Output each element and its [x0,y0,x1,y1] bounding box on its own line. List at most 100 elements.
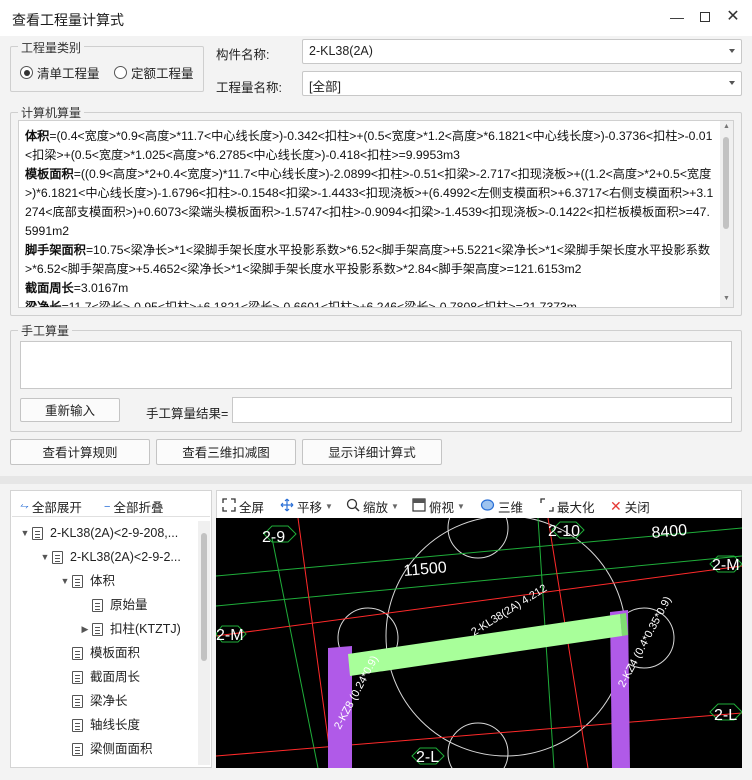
grid-line [216,712,742,757]
calc-line-name: 模板面积 [25,167,74,181]
computer-calc-group-label: 计算机算量 [18,104,85,121]
radio-selected-icon [20,66,33,79]
tree-item-label: 原始量 [110,598,148,612]
viewport-canvas[interactable]: 2-9 2-10 2-M 2-M 2-L 2-L 11500 8400 2-KL… [216,518,742,768]
expand-all-button[interactable]: ⥊ 全部展开 [20,497,82,516]
radio-label: 清单工程量 [37,67,100,81]
manual-formula-input[interactable] [20,341,732,389]
expand-all-icon: ⥊ [20,500,29,512]
calc-scrollbar[interactable]: ▲ ▼ [720,121,733,307]
calc-line-expr: =11.7<梁长>-0.95<扣柱>+6.1821<梁长>-0.6601<扣柱>… [61,300,577,308]
window-title: 查看工程量计算式 [12,12,124,28]
calc-line: 脚手架面积=10.75<梁净长>*1<梁脚手架长度水平投影系数>*6.52<脚手… [25,241,715,279]
axis-label: 2-M [216,627,244,644]
tree-item-label: 截面周长 [90,670,141,684]
fullscreen-icon [222,498,236,515]
tree-item[interactable]: 截面周长 [18,665,198,689]
maximize-window-icon[interactable] [694,6,716,28]
calc-line-name: 体积 [25,129,50,143]
maximize-button[interactable]: 最大化 [540,497,595,516]
view-3d-deduction-button[interactable]: 查看三维扣减图 [156,439,296,465]
document-icon [72,670,83,684]
radio-bill-quantity[interactable]: 清单工程量 [20,63,100,82]
scroll-down-icon[interactable]: ▼ [723,295,730,302]
maximize-label: 最大化 [557,501,595,515]
scroll-up-icon[interactable]: ▲ [723,123,730,130]
calc-line: 梁净长=11.7<梁长>-0.95<扣柱>+6.1821<梁长>-0.6601<… [25,298,715,308]
tree-item-label: 梁净长 [90,694,128,708]
caret-down-icon[interactable]: ▼ [38,545,52,569]
tree-item[interactable]: 梁净长 [18,689,198,713]
fullscreen-button[interactable]: 全屏 [222,497,264,516]
dimension-8400: 8400 [651,522,688,542]
zoom-button[interactable]: 缩放 ▼ [346,497,399,516]
minimize-icon[interactable]: — [666,6,688,28]
calc-lines: 体积=(0.4<宽度>*0.9<高度>*11.7<中心线长度>)-0.342<扣… [25,127,715,308]
tree-item[interactable]: 轴线长度 [18,713,198,737]
chevron-down-icon[interactable]: ▼ [391,502,399,511]
tree-item[interactable]: 梁侧面面积 [18,737,198,761]
three-d-label: 三维 [498,501,524,515]
document-icon [72,646,83,660]
tree-item[interactable]: 原始量 [18,593,198,617]
component-name-label: 构件名称: [216,48,270,62]
calc-line: 模板面积=((0.9<高度>*2+0.4<宽度>)*11.7<中心线长度>)-2… [25,165,715,241]
chevron-down-icon [729,49,735,53]
tree-item-label: 扣柱(KTZTJ) [110,622,181,636]
top-view-button[interactable]: 俯视 ▼ [412,497,465,516]
document-icon [92,622,103,636]
caret-down-icon[interactable]: ▼ [18,521,32,545]
axis-label: 2-10 [548,523,580,540]
document-icon [72,718,83,732]
collapse-all-label: 全部折叠 [113,501,164,515]
collapse-all-button[interactable]: − 全部折叠 [104,497,163,516]
radio-quota-quantity[interactable]: 定额工程量 [114,63,194,82]
tree-scrollbar[interactable] [198,521,210,765]
three-d-button[interactable]: 三维 [480,497,523,516]
document-icon [92,598,103,612]
top-view-label: 俯视 [429,501,455,515]
manual-result-value [233,398,731,406]
tree-item-label: 模板面积 [90,646,141,660]
grid-line [297,518,333,768]
chevron-down-icon[interactable]: ▼ [325,502,333,511]
component-name-select[interactable]: 2-KL38(2A) [302,39,742,64]
tree-divider [12,516,210,517]
show-detail-formula-button[interactable]: 显示详细计算式 [302,439,442,465]
tree-item[interactable]: ▼ 体积 [18,569,198,593]
chevron-down-icon[interactable]: ▼ [457,502,465,511]
tree-item[interactable]: ▶ 扣柱(KTZTJ) [18,617,198,641]
zoom-label: 缩放 [363,501,389,515]
category-group-label: 工程量类别 [18,39,85,56]
radio-label: 定额工程量 [131,67,194,81]
calc-line: 体积=(0.4<宽度>*0.9<高度>*11.7<中心线长度>)-0.342<扣… [25,127,715,165]
document-icon [32,526,43,540]
calc-line: 截面周长=3.0167m [25,279,715,298]
splitter[interactable] [0,476,752,484]
tree-scroll-thumb[interactable] [201,533,207,661]
manual-calc-group-label: 手工算量 [18,322,73,339]
pan-button[interactable]: 平移 ▼ [280,497,333,516]
quantity-name-select[interactable]: [全部] [302,71,742,96]
document-icon [52,550,63,564]
manual-result-input[interactable] [232,397,732,423]
calc-line-expr: =3.0167m [73,281,129,295]
tree-item[interactable]: ▼ 2-KL38(2A)<2-9-2... [18,545,198,569]
tree-item[interactable]: 模板面积 [18,641,198,665]
manual-result-label: 手工算量结果= [146,407,229,421]
calc-formula-text[interactable]: 体积=(0.4<宽度>*0.9<高度>*11.7<中心线长度>)-0.342<扣… [18,120,734,308]
caret-down-icon[interactable]: ▼ [58,569,72,593]
axis-label: 2-M [712,557,740,574]
scroll-thumb[interactable] [723,137,729,229]
close-window-icon[interactable]: ✕ [722,6,744,28]
caret-right-icon[interactable]: ▶ [78,617,92,641]
tree-item[interactable]: ▼ 2-KL38(2A)<2-9-208,... [18,521,198,545]
view-rules-button[interactable]: 查看计算规则 [10,439,150,465]
reenter-button[interactable]: 重新输入 [20,398,120,422]
close-view-button[interactable]: ✕ 关闭 [610,497,650,516]
calc-line-name: 脚手架面积 [25,243,86,257]
calc-line-name: 梁净长 [25,300,62,308]
pan-icon [280,498,294,515]
axis-label: 2-L [416,749,439,766]
3d-viewport[interactable]: 2-9 2-10 2-M 2-M 2-L 2-L 11500 8400 2-KL… [216,518,742,768]
